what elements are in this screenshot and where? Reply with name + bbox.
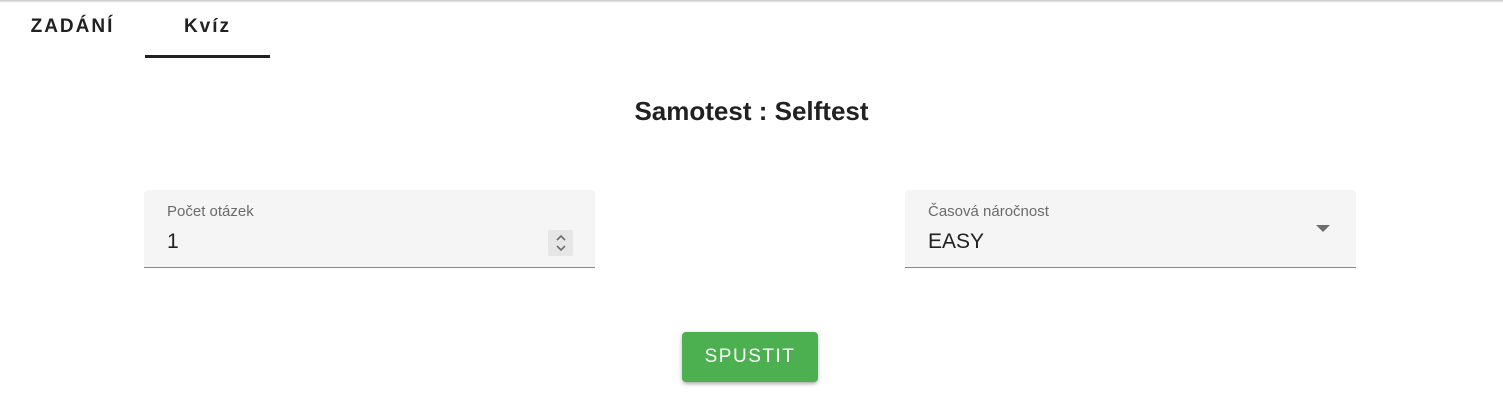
time-difficulty-label: Časová náročnost xyxy=(928,203,1049,220)
question-count-label: Počet otázek xyxy=(167,203,254,220)
tab-zadani[interactable]: ZADÁNÍ xyxy=(0,0,145,60)
tab-bar: ZADÁNÍ Kvíz xyxy=(0,0,270,60)
question-count-input[interactable]: 1 xyxy=(167,230,179,254)
start-button[interactable]: SPUSTIT xyxy=(682,332,818,382)
caret-down-icon[interactable] xyxy=(1316,225,1330,232)
time-difficulty-value: EASY xyxy=(928,230,985,253)
question-count-field[interactable]: Počet otázek 1 xyxy=(144,190,595,268)
up-down-chevron-icon[interactable] xyxy=(548,230,573,256)
time-difficulty-select[interactable]: Časová náročnost EASY xyxy=(905,190,1356,268)
tab-kviz-label: Kvíz xyxy=(183,16,232,37)
tab-kviz[interactable]: Kvíz xyxy=(145,0,270,60)
tab-zadani-label: ZADÁNÍ xyxy=(30,16,115,37)
page-title: Samotest : Selftest xyxy=(634,96,869,126)
